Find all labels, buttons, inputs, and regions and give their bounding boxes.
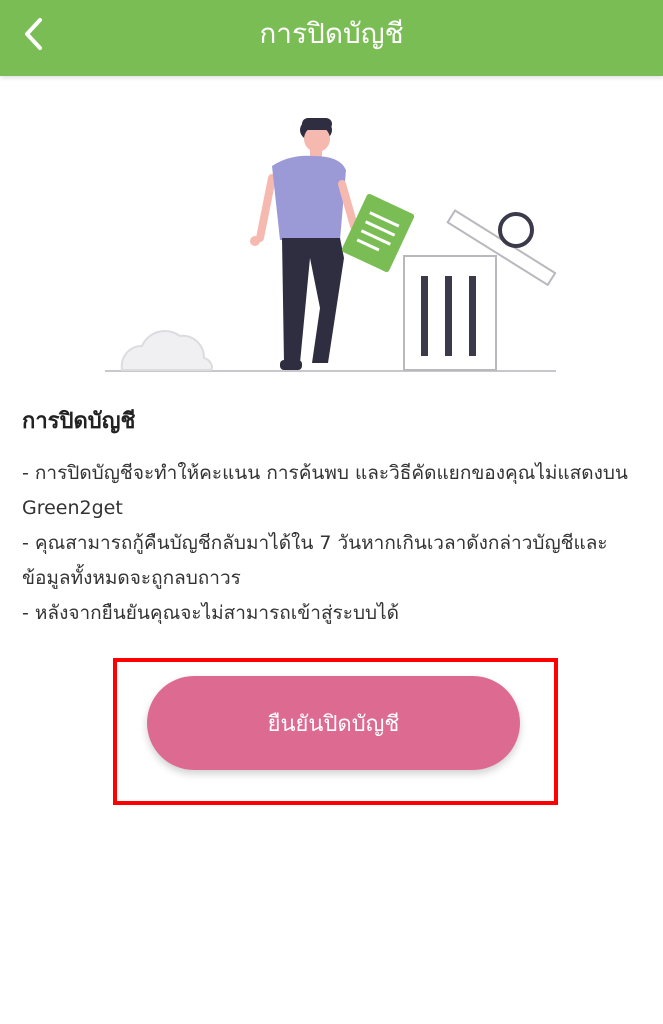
person-figure bbox=[250, 118, 358, 370]
description-line: - คุณสามารถกู้คืนบัญชีกลับมาได้ใน 7 วันห… bbox=[22, 532, 608, 589]
page-title: การปิดบัญชี bbox=[259, 17, 404, 50]
app-header: การปิดบัญชี bbox=[0, 0, 663, 76]
confirm-close-account-button[interactable]: ยืนยันปิดบัญชี bbox=[147, 676, 520, 770]
description-line: - หลังจากยืนยันคุณจะไม่สามารถเข้าสู่ระบบ… bbox=[22, 602, 399, 624]
delete-account-illustration bbox=[105, 118, 557, 372]
description-line: - การปิดบัญชีจะทำให้คะแนน การค้นพบ และวิ… bbox=[22, 462, 628, 519]
section-title: การปิดบัญชี bbox=[22, 409, 136, 434]
trash-bin-shape bbox=[403, 209, 557, 371]
description-block: - การปิดบัญชีจะทำให้คะแนน การค้นพบ และวิ… bbox=[22, 456, 642, 631]
bush-shape bbox=[120, 330, 213, 371]
